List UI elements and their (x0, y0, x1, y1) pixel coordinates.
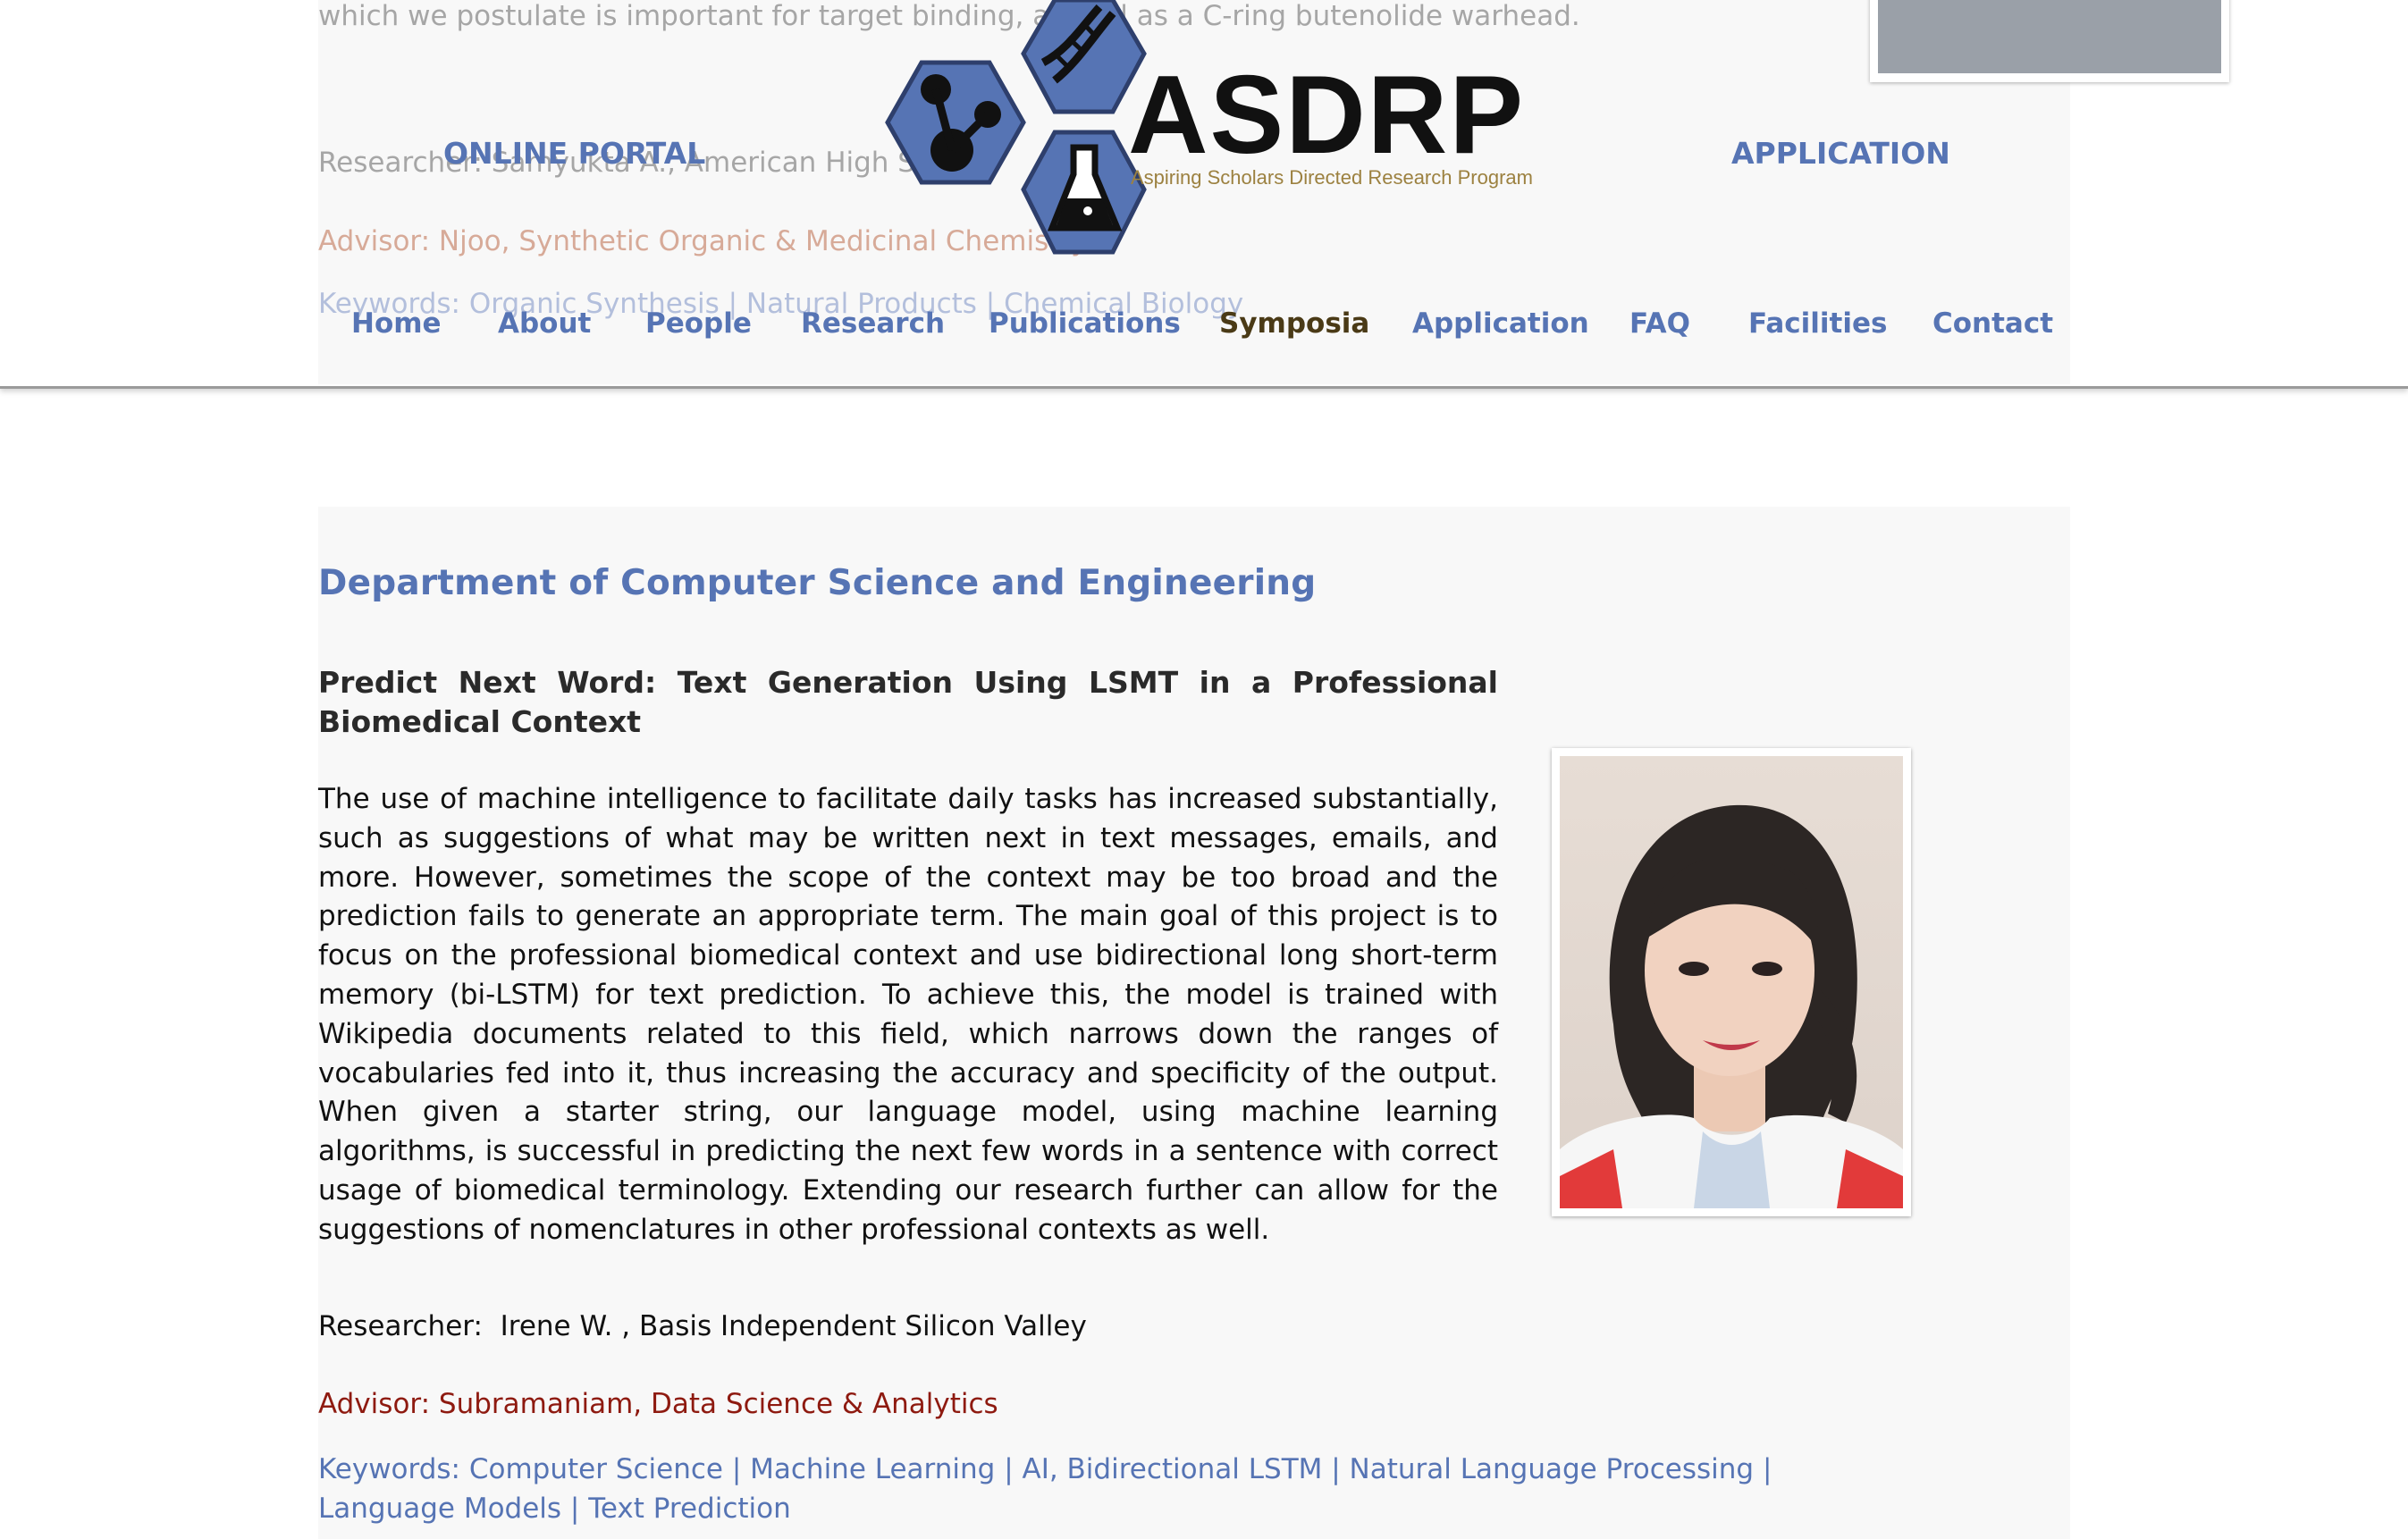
application-header-link[interactable]: APPLICATION (1731, 136, 1950, 171)
nav-item-research[interactable]: Research (801, 307, 945, 340)
researcher-portrait-image (1560, 756, 1903, 1208)
project-abstract: The use of machine intelligence to facil… (318, 783, 1498, 1246)
nav-item-symposia[interactable]: Symposia (1219, 307, 1369, 340)
online-portal-link[interactable]: ONLINE PORTAL (443, 136, 705, 171)
nav-item-home[interactable]: Home (351, 307, 442, 340)
logo-wordmark: ASDRP (1128, 54, 1526, 177)
nav-item-application[interactable]: Application (1412, 307, 1589, 340)
nav-item-publications[interactable]: Publications (989, 307, 1181, 340)
previous-researcher-photo (1870, 0, 2229, 82)
keywords-line: Keywords: Computer Science | Machine Lea… (318, 1453, 1772, 1525)
department-heading: Department of Computer Science and Engin… (318, 563, 1317, 603)
researcher-photo (1552, 748, 1911, 1216)
nav-item-facilities[interactable]: Facilities (1748, 307, 1887, 340)
nav-item-contact[interactable]: Contact (1932, 307, 2053, 340)
researcher-line: Researcher: Irene W. , Basis Independent… (318, 1310, 1087, 1342)
nav-item-about[interactable]: About (498, 307, 591, 340)
main-nav: Home About People Research Publications … (0, 307, 2408, 345)
logo-subtitle: Aspiring Scholars Directed Research Prog… (1131, 166, 1533, 189)
portrait-illustration-icon (1560, 804, 1903, 1208)
site-header: which we postulate is important for targ… (0, 0, 2408, 389)
advisor-line: Advisor: Subramaniam, Data Science & Ana… (318, 1388, 998, 1420)
nav-item-people[interactable]: People (645, 307, 752, 340)
nav-item-faq[interactable]: FAQ (1629, 307, 1690, 340)
project-title: Predict Next Word: Text Generation Using… (318, 665, 1498, 739)
